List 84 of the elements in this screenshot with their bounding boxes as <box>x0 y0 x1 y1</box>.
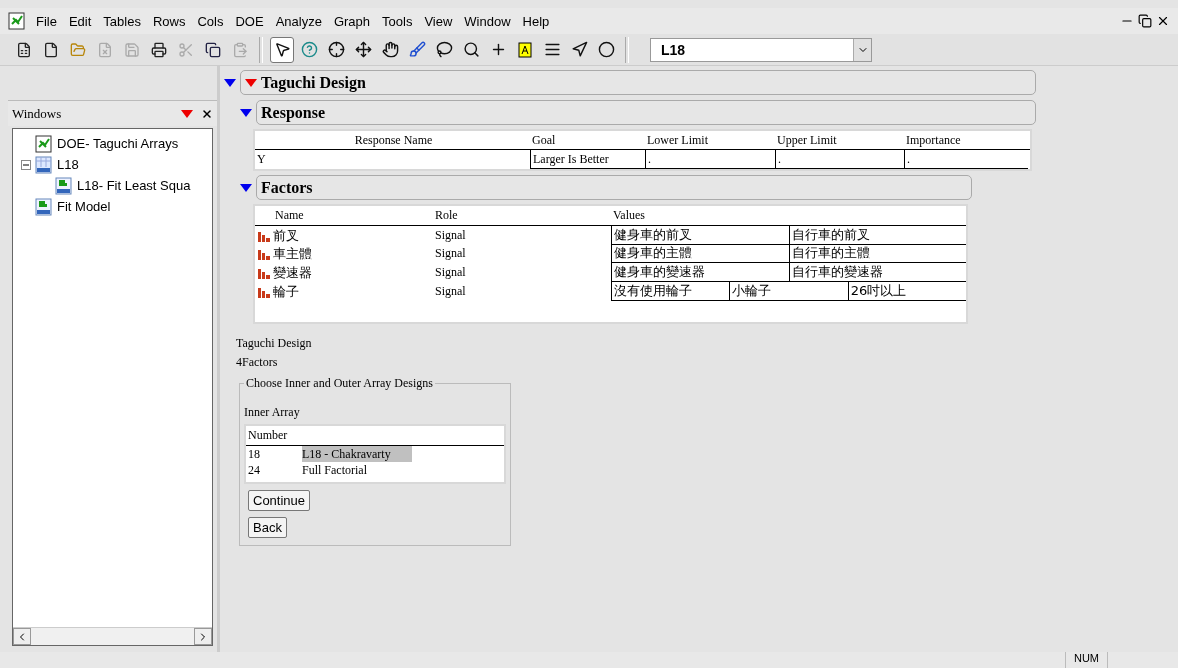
report-file-icon <box>55 176 73 195</box>
column-header: Role <box>434 207 459 224</box>
app-icon <box>8 12 26 30</box>
report-file-icon <box>35 197 53 216</box>
disclosure-triangle-icon[interactable] <box>224 77 236 88</box>
table-cell-text: Signal <box>434 245 467 262</box>
section-label: Taguchi Design <box>236 336 313 351</box>
column-header: Importance <box>905 132 962 149</box>
close-icon[interactable] <box>1156 14 1170 28</box>
table-cell: 前叉 <box>273 226 299 245</box>
menu-triangle-icon[interactable] <box>245 77 257 88</box>
table-cell: 車主體 <box>273 244 312 263</box>
menu-item[interactable]: Cols <box>191 13 230 29</box>
scroll-right-button[interactable] <box>194 628 212 645</box>
scroll-left-button[interactable] <box>13 628 31 645</box>
column-header: Values <box>612 207 646 224</box>
table-cell: 小輪子 <box>729 282 848 301</box>
menu-item[interactable]: DOE <box>229 13 270 29</box>
continue-button[interactable]: Continue <box>248 490 311 511</box>
outline-title: Response <box>261 103 325 122</box>
column-header: Goal <box>531 132 557 149</box>
menu-item[interactable]: Tables <box>97 13 147 29</box>
table-cell-text: Signal <box>434 283 467 300</box>
back-button[interactable]: Back <box>248 517 287 538</box>
column-header: Response Name <box>353 132 434 149</box>
horizontal-scrollbar[interactable] <box>13 627 212 645</box>
status-indicator: NUM <box>1064 652 1108 668</box>
bar-chart-icon <box>257 285 271 298</box>
menu-item[interactable]: File <box>30 13 63 29</box>
menu-item[interactable]: Edit <box>62 13 98 29</box>
table-cell-text: Y <box>256 151 267 168</box>
table-cell: 26吋以上 <box>847 282 966 301</box>
arrow-tool-icon[interactable] <box>270 36 294 63</box>
panel-title: Windows <box>12 105 63 122</box>
menu-item[interactable]: Help <box>516 13 556 29</box>
table-file-icon <box>35 155 53 174</box>
table-cell: 健身車的變速器 <box>611 263 789 282</box>
disclosure-triangle-icon[interactable] <box>240 182 252 193</box>
table-select[interactable]: L18 <box>650 37 872 62</box>
menu-item[interactable]: Rows <box>146 13 192 29</box>
menu-item[interactable]: View <box>418 13 459 29</box>
bar-chart-icon <box>257 266 271 279</box>
bar-chart-icon <box>257 229 271 242</box>
table-cell: Larger Is Better <box>530 150 645 169</box>
group-legend: Choose Inner and Outer Array Designs <box>244 376 435 391</box>
column-header: Upper Limit <box>776 132 838 149</box>
menu-triangle-icon[interactable] <box>181 108 193 119</box>
list-cell[interactable]: 18 <box>248 446 302 462</box>
tree-item[interactable]: L18 <box>57 157 79 172</box>
column-header: Lower Limit <box>646 132 709 149</box>
table-cell: . <box>645 150 775 169</box>
outline-title: Factors <box>261 178 313 197</box>
menu-item[interactable]: Graph <box>327 13 377 29</box>
menu-item[interactable]: Window <box>458 13 517 29</box>
tree-item[interactable]: Fit Model <box>57 199 111 214</box>
script-file-icon <box>35 134 53 153</box>
tree-item[interactable]: L18- Fit Least Squa <box>77 178 191 193</box>
table-cell: 輪子 <box>273 282 299 301</box>
menu-item[interactable]: Analyze <box>269 13 328 29</box>
list-cell[interactable]: 24 <box>248 462 302 478</box>
outline-title: Taguchi Design <box>261 73 366 92</box>
table-cell: . <box>775 150 904 169</box>
menu-item[interactable]: Tools <box>376 13 419 29</box>
bar-chart-icon <box>257 247 271 260</box>
table-cell-text: Signal <box>434 227 467 244</box>
tree-item[interactable]: DOE- Taguchi Arrays <box>57 136 179 151</box>
list-label: Inner Array <box>244 405 301 420</box>
list-item[interactable]: Full Factorial <box>302 462 412 478</box>
table-cell: 自行車的前叉 <box>788 226 966 245</box>
table-cell: 變速器 <box>273 263 312 282</box>
table-cell: 自行車的變速器 <box>788 263 966 282</box>
collapse-toggle[interactable] <box>21 159 31 170</box>
restore-icon[interactable] <box>1138 14 1152 28</box>
table-cell: 自行車的主體 <box>788 244 966 263</box>
list-item[interactable]: L18 - Chakravarty <box>302 446 412 462</box>
table-cell: 健身車的前叉 <box>611 226 789 245</box>
table-cell: 沒有使用輪子 <box>611 282 730 301</box>
table-cell-text: Signal <box>434 264 467 281</box>
table-cell: . <box>904 150 1028 169</box>
column-header: Name <box>274 207 305 224</box>
close-icon[interactable] <box>201 107 213 120</box>
disclosure-triangle-icon[interactable] <box>240 107 252 118</box>
factor-count: 4Factors <box>236 355 279 370</box>
table-cell: 健身車的主體 <box>611 244 789 263</box>
